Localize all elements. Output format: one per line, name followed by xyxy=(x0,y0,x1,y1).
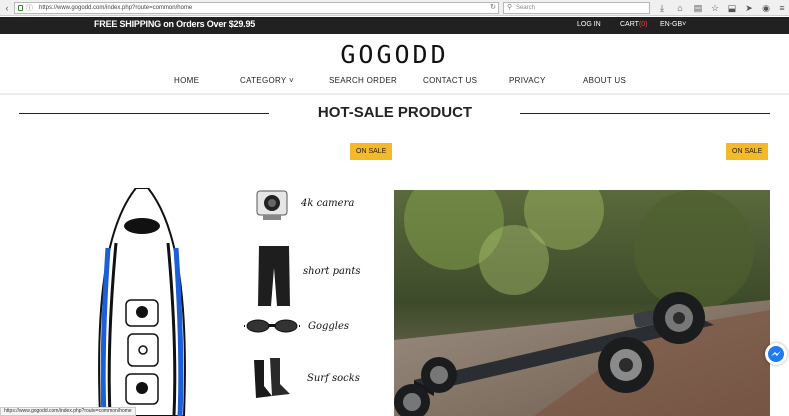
nav-contact-us[interactable]: CONTACT US xyxy=(423,76,477,85)
language-selector[interactable]: EN-GB˅ xyxy=(660,21,686,28)
home-icon[interactable]: ⌂ xyxy=(674,2,686,14)
accessory-label-shorts: short pants xyxy=(303,266,361,277)
nav-about-us[interactable]: ABOUT US xyxy=(583,76,626,85)
address-bar[interactable]: ⓘ https://www.gogodd.com/index.php?route… xyxy=(14,2,499,14)
star-icon[interactable]: ☆ xyxy=(709,2,721,14)
address-bar-url: https://www.gogodd.com/index.php?route=c… xyxy=(39,5,193,11)
messenger-icon xyxy=(768,346,784,362)
browser-status-url: https://www.gogodd.com/index.php?route=c… xyxy=(0,407,136,416)
language-label: EN-GB xyxy=(660,21,683,28)
surfboard-image xyxy=(98,188,186,416)
lock-icon xyxy=(18,5,23,11)
reload-icon[interactable]: ↻ xyxy=(490,3,496,13)
nav-category-label: CATEGORY xyxy=(240,76,287,85)
menu-icon[interactable]: ≡ xyxy=(776,2,788,14)
camera-image xyxy=(256,190,288,220)
on-sale-badge: ON SALE xyxy=(726,143,769,160)
site-logo[interactable]: GOGODD xyxy=(0,40,789,69)
search-icon: ⚲ xyxy=(507,4,513,11)
send-icon[interactable]: ➤ xyxy=(743,2,755,14)
nav-privacy[interactable]: PRIVACY xyxy=(509,76,546,85)
skateboard-photo xyxy=(394,190,770,416)
download-icon[interactable]: ⤓ xyxy=(656,2,668,14)
section-title: HOT-SALE PRODUCT xyxy=(317,104,473,121)
shorts-image xyxy=(258,246,290,306)
main-navigation: HOME CATEGORY ˅ SEARCH ORDER CONTACT US … xyxy=(0,76,789,90)
section-rule-left xyxy=(19,113,269,114)
info-icon[interactable]: ⓘ xyxy=(26,4,33,14)
nav-category[interactable]: CATEGORY ˅ xyxy=(240,76,294,85)
nav-home[interactable]: HOME xyxy=(174,76,199,85)
top-bar: FREE SHIPPING on Orders Over $29.95 LOG … xyxy=(0,17,789,34)
section-rule-right xyxy=(520,113,770,114)
login-link[interactable]: LOG IN xyxy=(577,21,601,28)
cart-link[interactable]: CART(0) xyxy=(620,21,648,28)
extension-icon[interactable]: ◉ xyxy=(760,2,772,14)
messenger-button[interactable] xyxy=(765,343,787,365)
socks-image xyxy=(254,358,290,398)
cart-count: (0) xyxy=(638,21,648,28)
chevron-down-icon: ˅ xyxy=(288,76,294,85)
search-placeholder: Search xyxy=(516,5,536,11)
browser-search-input[interactable]: ⚲ Search xyxy=(503,2,650,14)
free-shipping-notice: FREE SHIPPING on Orders Over $29.95 xyxy=(94,19,256,29)
chevron-down-icon: ˅ xyxy=(682,21,687,28)
nav-search-order[interactable]: SEARCH ORDER xyxy=(329,76,397,85)
back-arrow-icon[interactable]: ‹ xyxy=(2,2,12,14)
pocket-icon[interactable]: ⬓ xyxy=(726,2,738,14)
bookmarks-icon[interactable]: ▤ xyxy=(692,2,704,14)
cart-label: CART xyxy=(620,21,639,28)
accessory-label-camera: 4k camera xyxy=(301,198,355,209)
nav-divider xyxy=(0,93,789,95)
product-card-electric-skateboard[interactable]: ON SALE xyxy=(394,140,770,416)
browser-toolbar: ‹ ⓘ https://www.gogodd.com/index.php?rou… xyxy=(0,0,789,16)
goggles-image xyxy=(244,319,300,333)
on-sale-badge: ON SALE xyxy=(350,143,393,160)
accessory-label-goggles: Goggles xyxy=(308,321,350,332)
accessory-label-socks: Surf socks xyxy=(307,373,360,384)
product-card-surfboard-bundle[interactable]: ON SALE 4k camera short pants Goggles Su… xyxy=(18,140,394,416)
